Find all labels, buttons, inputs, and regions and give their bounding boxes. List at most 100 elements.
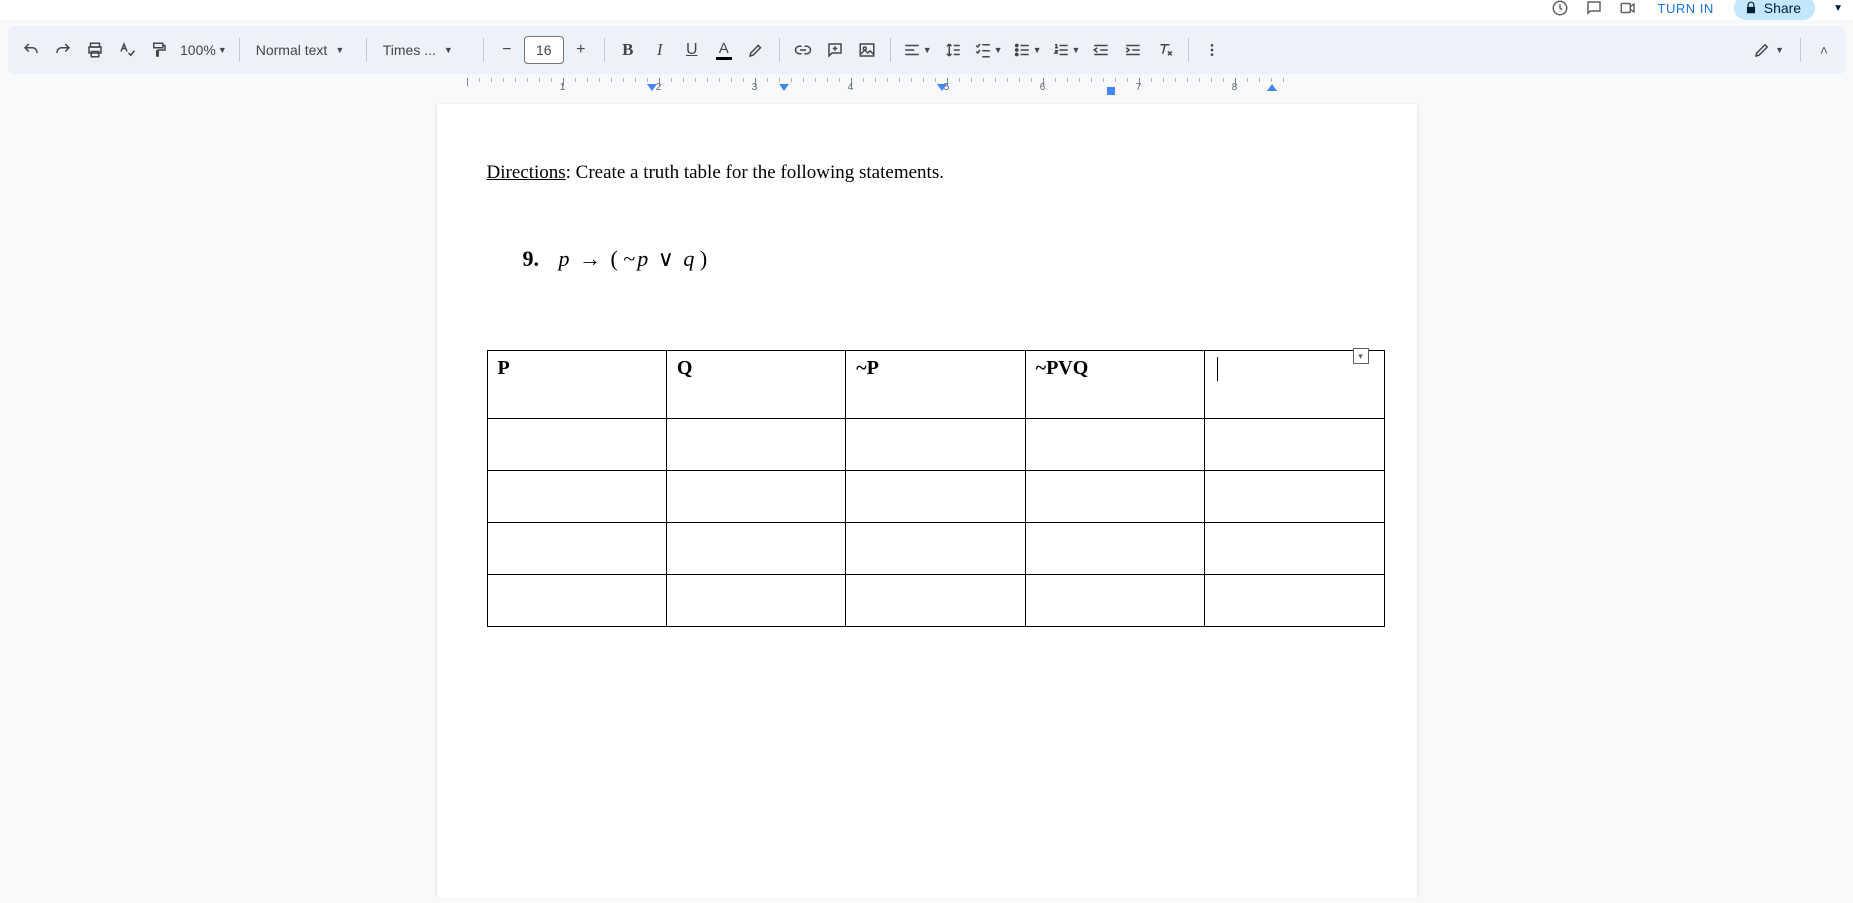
problem-statement[interactable]: 9. p → ( ~p ∨ q ) bbox=[523, 246, 1367, 272]
paint-format-button[interactable] bbox=[144, 35, 174, 65]
decrease-indent-button[interactable] bbox=[1086, 35, 1116, 65]
spellcheck-button[interactable] bbox=[112, 35, 142, 65]
table-cell[interactable] bbox=[846, 419, 1025, 471]
insert-link-button[interactable] bbox=[788, 35, 818, 65]
ruler-tick bbox=[671, 78, 672, 82]
redo-button[interactable] bbox=[48, 35, 78, 65]
paragraph-style-dropdown[interactable]: Normal text▼ bbox=[248, 35, 358, 65]
document-page[interactable]: Directions: Create a truth table for the… bbox=[437, 104, 1417, 897]
table-cell[interactable] bbox=[666, 575, 845, 627]
font-size-input[interactable]: 16 bbox=[524, 36, 564, 64]
table-cell[interactable] bbox=[487, 575, 666, 627]
table-cell[interactable] bbox=[666, 523, 845, 575]
table-cell[interactable] bbox=[1025, 471, 1204, 523]
table-cell[interactable] bbox=[1205, 471, 1384, 523]
table-row[interactable] bbox=[487, 575, 1384, 627]
table-cell[interactable] bbox=[846, 575, 1025, 627]
ruler-tick bbox=[779, 78, 780, 82]
table-options-handle[interactable]: ▾ bbox=[1353, 348, 1369, 364]
bulleted-list-button[interactable]: ▼ bbox=[1009, 35, 1046, 65]
directions-paragraph[interactable]: Directions: Create a truth table for the… bbox=[487, 162, 1367, 184]
undo-button[interactable] bbox=[16, 35, 46, 65]
line-spacing-button[interactable] bbox=[938, 35, 968, 65]
highlight-color-button[interactable] bbox=[741, 35, 771, 65]
table-cell[interactable] bbox=[1025, 419, 1204, 471]
ruler-tick bbox=[503, 78, 504, 82]
italic-button[interactable]: I bbox=[645, 35, 675, 65]
ruler-tick bbox=[587, 78, 588, 82]
table-cell[interactable] bbox=[846, 471, 1025, 523]
first-line-indent-marker[interactable] bbox=[779, 84, 789, 91]
expr-p: p bbox=[559, 246, 570, 271]
history-icon[interactable] bbox=[1550, 0, 1570, 18]
ruler-tick bbox=[767, 78, 768, 82]
ruler-tick bbox=[719, 78, 720, 82]
ruler-tick bbox=[971, 78, 972, 82]
col-header-notp[interactable]: ~P bbox=[846, 351, 1025, 419]
share-button[interactable]: Share bbox=[1734, 0, 1815, 20]
editing-mode-dropdown[interactable]: ▼ bbox=[1747, 41, 1790, 59]
right-indent-marker[interactable] bbox=[1267, 84, 1277, 91]
clear-formatting-button[interactable] bbox=[1150, 35, 1180, 65]
increase-indent-button[interactable] bbox=[1118, 35, 1148, 65]
table-cell[interactable] bbox=[1025, 523, 1204, 575]
numbered-list-button[interactable]: ▼ bbox=[1048, 35, 1085, 65]
text-color-button[interactable]: A bbox=[709, 35, 739, 65]
ruler-tick bbox=[1007, 78, 1008, 82]
ruler-tick bbox=[467, 78, 468, 86]
truth-table[interactable]: P Q ~P ~PVQ bbox=[487, 350, 1385, 627]
table-header-row[interactable]: P Q ~P ~PVQ bbox=[487, 351, 1384, 419]
table-cell[interactable] bbox=[487, 523, 666, 575]
ruler-tick bbox=[527, 78, 528, 82]
checklist-button[interactable]: ▼ bbox=[970, 35, 1007, 65]
table-row[interactable] bbox=[487, 419, 1384, 471]
insert-image-button[interactable] bbox=[852, 35, 882, 65]
share-dropdown-chevron[interactable]: ▼ bbox=[1829, 3, 1843, 14]
table-cell[interactable] bbox=[1205, 523, 1384, 575]
horizontal-ruler[interactable]: 12345678 bbox=[0, 78, 1853, 98]
table-cell[interactable] bbox=[666, 471, 845, 523]
table-cell[interactable] bbox=[1205, 419, 1384, 471]
table-cell[interactable] bbox=[666, 419, 845, 471]
table-cell[interactable] bbox=[1025, 575, 1204, 627]
table-cell[interactable] bbox=[1205, 575, 1384, 627]
table-row[interactable] bbox=[487, 471, 1384, 523]
zoom-dropdown[interactable]: 100%▼ bbox=[176, 35, 231, 65]
font-size-decrease[interactable]: − bbox=[492, 35, 522, 65]
ruler-tick bbox=[695, 78, 696, 82]
col-header-p[interactable]: P bbox=[487, 351, 666, 419]
formatting-toolbar: 100%▼ Normal text▼ Times ...▼ − 16 + B I… bbox=[8, 26, 1845, 74]
underline-button[interactable]: U bbox=[677, 35, 707, 65]
turn-in-button[interactable]: TURN IN bbox=[1652, 0, 1720, 18]
ruler-tick bbox=[1091, 78, 1092, 82]
table-cell[interactable] bbox=[487, 471, 666, 523]
print-button[interactable] bbox=[80, 35, 110, 65]
indent-marker[interactable] bbox=[937, 84, 947, 91]
ruler-tick bbox=[1223, 78, 1224, 82]
font-family-dropdown[interactable]: Times ...▼ bbox=[375, 35, 475, 65]
meet-icon[interactable] bbox=[1618, 0, 1638, 18]
font-size-increase[interactable]: + bbox=[566, 35, 596, 65]
chevron-down-icon: ▼ bbox=[1031, 45, 1042, 55]
left-indent-marker[interactable] bbox=[647, 84, 657, 91]
tab-stop-marker[interactable] bbox=[1107, 87, 1115, 95]
col-header-notp-or-q[interactable]: ~PVQ bbox=[1025, 351, 1204, 419]
ruler-tick bbox=[599, 78, 600, 82]
align-dropdown[interactable]: ▼ bbox=[899, 35, 936, 65]
table-row[interactable] bbox=[487, 523, 1384, 575]
ruler-tick bbox=[1211, 78, 1212, 82]
document-workspace[interactable]: Directions: Create a truth table for the… bbox=[0, 98, 1853, 897]
bold-button[interactable]: B bbox=[613, 35, 643, 65]
col-header-q[interactable]: Q bbox=[666, 351, 845, 419]
comments-icon[interactable] bbox=[1584, 0, 1604, 18]
ruler-tick bbox=[743, 78, 744, 82]
ruler-tick bbox=[515, 78, 516, 82]
more-tools-button[interactable] bbox=[1197, 35, 1227, 65]
collapse-toolbar-button[interactable]: ˄ bbox=[1811, 37, 1837, 63]
separator bbox=[779, 38, 780, 62]
table-cell[interactable] bbox=[846, 523, 1025, 575]
separator bbox=[890, 38, 891, 62]
lock-icon bbox=[1744, 1, 1758, 15]
add-comment-button[interactable] bbox=[820, 35, 850, 65]
table-cell[interactable] bbox=[487, 419, 666, 471]
